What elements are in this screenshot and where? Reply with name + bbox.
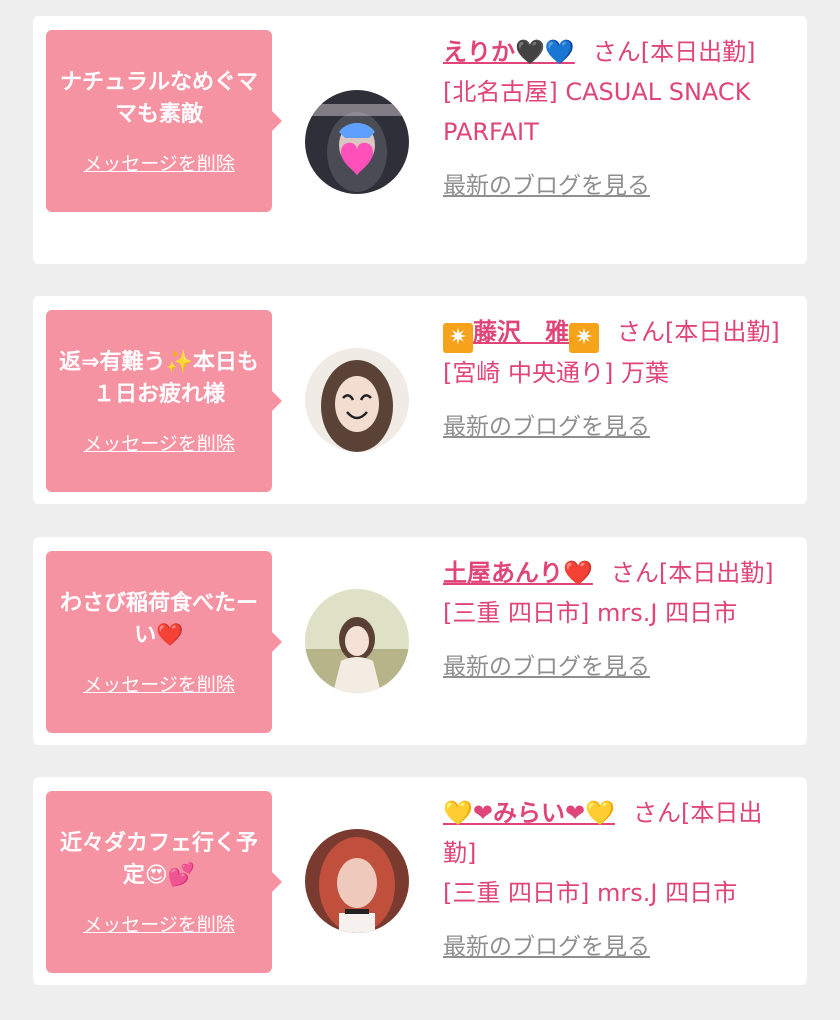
latest-blog-link[interactable]: 最新のブログを見る <box>443 407 650 447</box>
girl-info: ✷ 藤沢 雅 ✷ さん[本日出勤] [宮崎 中央通り] 万葉 最新のブログを見る <box>443 312 793 447</box>
message-bubble: わさび稲荷食べたーい❤️ メッセージを削除 <box>46 551 282 733</box>
honorific-status: さん[本日出勤] <box>610 559 774 587</box>
delete-message-link[interactable]: メッセージを削除 <box>83 670 235 697</box>
message-card: 近々ダカフェ行く予定😍💕 メッセージを削除 💛❤みらい❤💛 さん[本日出勤] [三… <box>33 777 807 985</box>
shop-location: [北名古屋] CASUAL SNACK PARFAIT <box>443 78 751 146</box>
message-bubble: 近々ダカフェ行く予定😍💕 メッセージを削除 <box>46 791 282 973</box>
delete-message-link[interactable]: メッセージを削除 <box>83 149 235 176</box>
shop-location: [三重 四日市] mrs.J 四日市 <box>443 599 738 627</box>
star-badge-icon: ✷ <box>443 323 473 353</box>
message-bubble: 返⇒有難う✨本日も１日お疲れ様 メッセージを削除 <box>46 310 282 492</box>
girl-name-link[interactable]: 💛❤みらい❤💛 <box>443 799 615 827</box>
girl-name-text: 藤沢 雅 <box>473 318 569 346</box>
delete-message-link[interactable]: メッセージを削除 <box>83 910 235 937</box>
star-badge-icon: ✷ <box>569 323 599 353</box>
latest-blog-link[interactable]: 最新のブログを見る <box>443 647 650 687</box>
avatar[interactable] <box>305 90 409 194</box>
latest-blog-link[interactable]: 最新のブログを見る <box>443 927 650 967</box>
avatar[interactable] <box>305 589 409 693</box>
message-card: ナチュラルなめぐママも素敵 メッセージを削除 えりか🖤💙 さん[本日出勤] [北名… <box>33 16 807 264</box>
message-bubble: ナチュラルなめぐママも素敵 メッセージを削除 <box>46 30 282 212</box>
message-text: ナチュラルなめぐママも素敵 <box>59 69 258 127</box>
message-card: 返⇒有難う✨本日も１日お疲れ様 メッセージを削除 ✷ 藤沢 雅 ✷ さん[本日出勤] … <box>33 296 807 504</box>
message-list: ナチュラルなめぐママも素敵 メッセージを削除 えりか🖤💙 さん[本日出勤] [北名… <box>0 0 840 1020</box>
honorific-status: さん[本日出勤] <box>592 38 756 66</box>
girl-info: 土屋あんり❤️ さん[本日出勤] [三重 四日市] mrs.J 四日市 最新のブロ… <box>443 553 793 687</box>
delete-message-link[interactable]: メッセージを削除 <box>83 429 235 456</box>
message-text: 返⇒有難う✨本日も１日お疲れ様 <box>59 349 259 407</box>
girl-info: えりか🖤💙 さん[本日出勤] [北名古屋] CASUAL SNACK PARFAI… <box>443 32 793 206</box>
girl-name-link[interactable]: ✷ 藤沢 雅 ✷ <box>443 318 599 353</box>
avatar[interactable] <box>305 348 409 452</box>
girl-info: 💛❤みらい❤💛 さん[本日出勤] [三重 四日市] mrs.J 四日市 最新のブロ… <box>443 793 793 967</box>
shop-location: [三重 四日市] mrs.J 四日市 <box>443 879 738 907</box>
avatar[interactable] <box>305 829 409 933</box>
honorific-status: さん[本日出勤] <box>617 318 780 346</box>
message-text: わさび稲荷食べたーい❤️ <box>59 590 258 648</box>
message-text: 近々ダカフェ行く予定😍💕 <box>59 830 258 888</box>
girl-name-link[interactable]: えりか🖤💙 <box>443 38 575 66</box>
latest-blog-link[interactable]: 最新のブログを見る <box>443 166 650 206</box>
girl-name-link[interactable]: 土屋あんり❤️ <box>443 559 593 587</box>
shop-location: [宮崎 中央通り] 万葉 <box>443 359 669 387</box>
message-card: わさび稲荷食べたーい❤️ メッセージを削除 土屋あんり❤️ さん[本日出勤] [三… <box>33 537 807 745</box>
